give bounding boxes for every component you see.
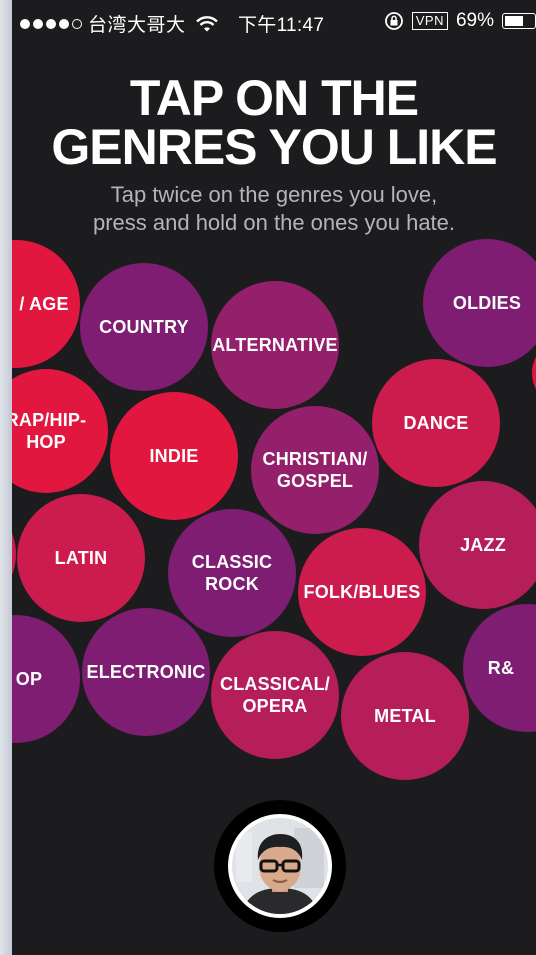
- wifi-icon: [195, 15, 218, 31]
- genre-bubble-metal[interactable]: METAL: [341, 652, 469, 780]
- genre-bubble-pop[interactable]: OP: [12, 615, 80, 743]
- genre-bubble-jazz[interactable]: JAZZ: [419, 481, 536, 609]
- title-line-1: TAP ON THE: [129, 70, 419, 126]
- genre-bubble-christian-gospel[interactable]: CHRISTIAN/ GOSPEL: [251, 406, 379, 534]
- genre-picker-screen: 台湾大哥大 下午11:47 VPN 69% TAP ON THE GENRES …: [12, 0, 536, 955]
- genre-bubble-partial-left[interactable]: [12, 497, 16, 611]
- genre-bubble-classic-rock[interactable]: CLASSIC ROCK: [168, 509, 296, 637]
- carrier-name: 台湾大哥大: [88, 15, 186, 36]
- subtitle-line-1: Tap twice on the genres you love,: [110, 182, 438, 207]
- battery-percent: 69%: [455, 10, 494, 31]
- left-bezel: [0, 0, 12, 955]
- subtitle-line-2: press and hold on the ones you hate.: [92, 210, 456, 235]
- genre-bubble-latin[interactable]: LATIN: [17, 494, 145, 622]
- genre-bubble-dance[interactable]: DANCE: [372, 359, 500, 487]
- status-time: 下午11:47: [238, 15, 325, 36]
- vpn-badge: VPN: [411, 12, 448, 30]
- instructions: Tap twice on the genres you love, press …: [12, 181, 536, 237]
- user-photo-icon: [232, 818, 328, 914]
- genre-bubble-alternative[interactable]: ALTERNATIVE: [211, 281, 339, 409]
- avatar: [228, 814, 332, 918]
- genre-bubble-indie[interactable]: INDIE: [110, 392, 238, 520]
- genre-bubble-country[interactable]: COUNTRY: [80, 263, 208, 391]
- genre-bubble-oldies[interactable]: OLDIES: [423, 239, 536, 367]
- status-bar: 台湾大哥大 下午11:47 VPN 69%: [12, 0, 536, 42]
- genre-bubble-classical-opera[interactable]: CLASSICAL/ OPERA: [211, 631, 339, 759]
- genre-bubble-folk-blues[interactable]: FOLK/BLUES: [298, 528, 426, 656]
- signal-strength-icon: [20, 18, 82, 29]
- profile-avatar-button[interactable]: [214, 800, 346, 932]
- genre-bubble-rap-hip-hop[interactable]: RAP/HIP- HOP: [12, 369, 108, 493]
- genre-bubble-new-age[interactable]: / AGE: [12, 240, 80, 368]
- rotation-lock-icon: [384, 12, 403, 30]
- genre-bubble-partial-right[interactable]: [532, 338, 536, 408]
- title-line-2: GENRES YOU LIKE: [51, 119, 497, 175]
- genre-bubble-electronic[interactable]: ELECTRONIC: [82, 608, 210, 736]
- battery-icon: [502, 13, 536, 29]
- genre-bubble-r-and-b[interactable]: R&: [463, 604, 536, 732]
- page-title: TAP ON THE GENRES YOU LIKE: [12, 70, 536, 175]
